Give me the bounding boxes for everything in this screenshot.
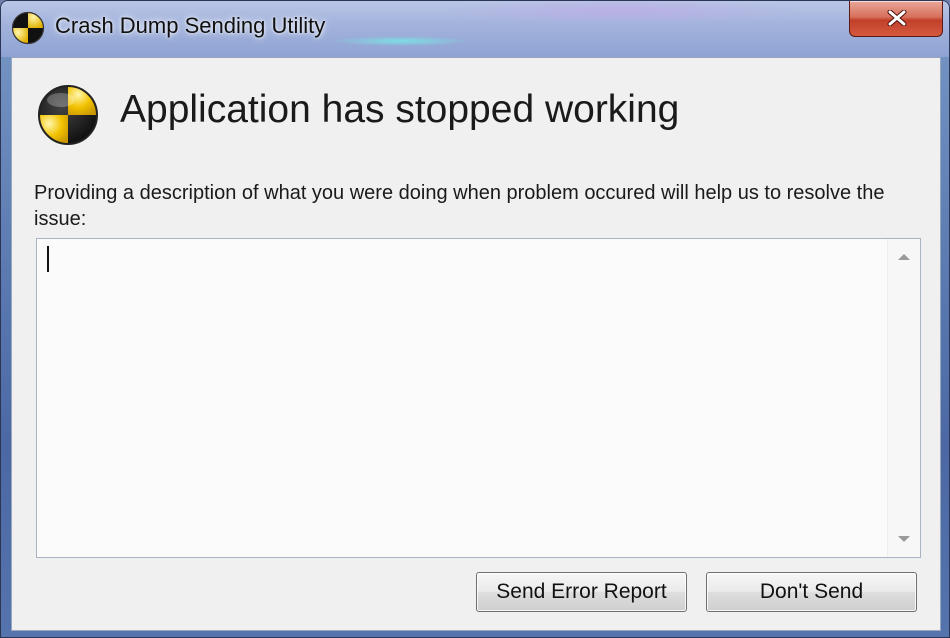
send-error-report-button[interactable]: Send Error Report [476, 572, 687, 612]
dialog-heading: Application has stopped working [120, 88, 680, 131]
description-textarea[interactable] [37, 239, 887, 557]
scroll-up-button[interactable] [888, 239, 920, 275]
vertical-scrollbar[interactable] [887, 239, 920, 557]
dialog-content: Application has stopped working Providin… [11, 57, 941, 631]
window-title: Crash Dump Sending Utility [55, 13, 326, 38]
close-button[interactable] [849, 1, 943, 37]
text-caret [47, 246, 49, 272]
close-icon [887, 10, 907, 26]
crash-warning-icon [38, 85, 98, 145]
scroll-up-arrow-icon [898, 254, 910, 260]
dont-send-button[interactable]: Don't Send [706, 572, 917, 612]
scroll-down-button[interactable] [888, 521, 920, 557]
scroll-down-arrow-icon [898, 536, 910, 542]
crash-dialog-window: Crash Dump Sending Utility Application h… [0, 0, 950, 638]
title-bar[interactable]: Crash Dump Sending Utility [1, 1, 949, 57]
crash-warning-icon [11, 11, 45, 45]
description-field-container [36, 238, 921, 558]
instructions-text: Providing a description of what you were… [34, 182, 885, 230]
